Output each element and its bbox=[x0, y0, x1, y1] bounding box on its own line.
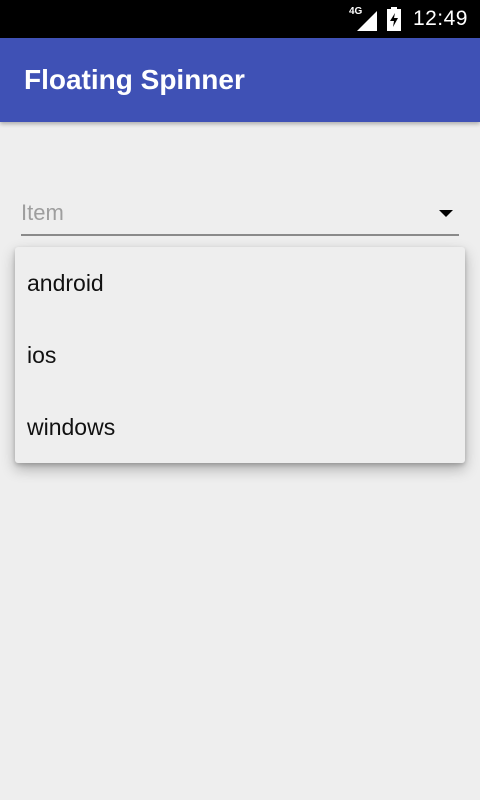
battery-charging-icon bbox=[386, 7, 401, 31]
dropdown-item-ios[interactable]: ios bbox=[15, 319, 465, 391]
item-spinner[interactable]: Item bbox=[21, 196, 459, 236]
spinner-hint: Item bbox=[21, 200, 64, 225]
dropdown-arrow-icon bbox=[439, 210, 453, 218]
dropdown-item-android[interactable]: android bbox=[15, 247, 465, 319]
status-bar: 4G 12:49 bbox=[0, 0, 480, 38]
clock: 12:49 bbox=[412, 7, 468, 30]
signal-icon: 4G bbox=[349, 7, 377, 31]
status-icons: 4G 12:49 bbox=[349, 0, 468, 38]
spinner-dropdown: android ios windows bbox=[15, 247, 465, 463]
dropdown-item-windows[interactable]: windows bbox=[15, 391, 465, 463]
app-bar: Floating Spinner bbox=[0, 38, 480, 122]
app-title: Floating Spinner bbox=[24, 64, 245, 95]
